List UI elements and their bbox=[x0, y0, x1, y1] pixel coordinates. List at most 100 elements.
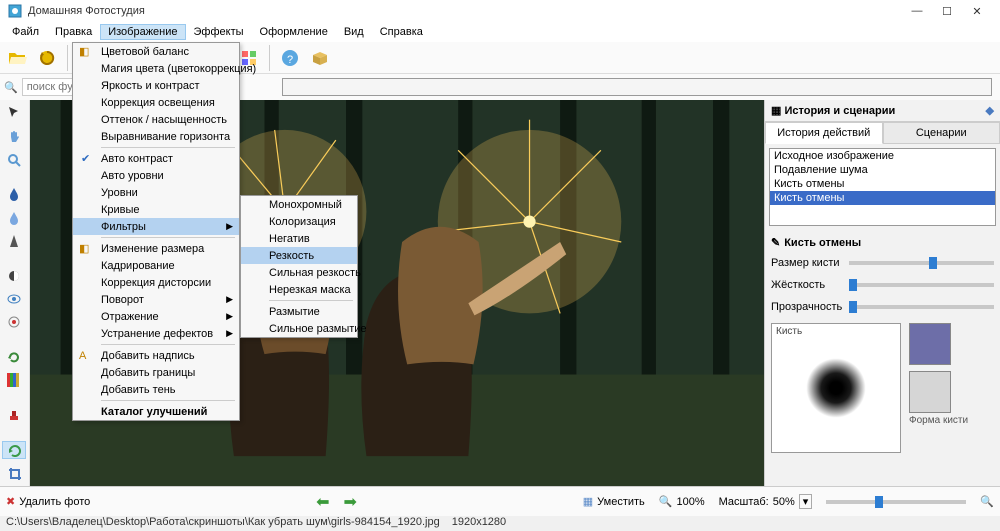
search-icon: 🔍 bbox=[4, 81, 18, 94]
shape-swatch[interactable] bbox=[909, 371, 951, 413]
filters-submenu[interactable]: МонохромныйКолоризацияНегативРезкостьСил… bbox=[240, 195, 358, 338]
menu-image[interactable]: Изображение bbox=[100, 24, 185, 40]
pointer-tool[interactable] bbox=[2, 104, 26, 121]
shape-label: Форма кисти bbox=[909, 415, 968, 426]
menu-item[interactable]: Яркость и контраст bbox=[73, 77, 239, 94]
menu-item[interactable]: Кривые bbox=[73, 201, 239, 218]
menu-item[interactable]: Коррекция дисторсии bbox=[73, 274, 239, 291]
history-item[interactable]: Кисть отмены bbox=[770, 177, 995, 191]
titlebar: Домашняя Фотостудия — ☐ ✕ bbox=[0, 0, 1000, 22]
menu-item[interactable]: Сильное размытие bbox=[241, 320, 357, 337]
window-title: Домашняя Фотостудия bbox=[28, 5, 902, 17]
menu-item[interactable]: Фильтры▶ bbox=[73, 218, 239, 235]
status-bar: ✖ Удалить фото ⬅ ➡ ▦ Уместить 🔍 100% Мас… bbox=[0, 486, 1000, 516]
minimize-button[interactable]: — bbox=[902, 5, 932, 17]
slider-hardness[interactable]: Жёсткость bbox=[771, 279, 994, 291]
thumbnail-strip[interactable] bbox=[282, 78, 992, 96]
close-button[interactable]: ✕ bbox=[962, 5, 992, 18]
menu-item[interactable]: ◧Цветовой баланс bbox=[73, 43, 239, 60]
menu-view[interactable]: Вид bbox=[336, 24, 372, 40]
menu-item[interactable]: Авто уровни bbox=[73, 167, 239, 184]
zoom-slider[interactable] bbox=[826, 500, 966, 504]
menu-item[interactable]: Добавить тень bbox=[73, 381, 239, 398]
tool-sidebar bbox=[0, 100, 30, 486]
delete-photo-button[interactable]: ✖ Удалить фото bbox=[6, 495, 90, 508]
slider-opacity[interactable]: Прозрачность bbox=[771, 301, 994, 313]
menubar: Файл Правка Изображение Эффекты Оформлен… bbox=[0, 22, 1000, 42]
hand-tool[interactable] bbox=[2, 127, 26, 144]
history-list[interactable]: Исходное изображение Подавление шума Кис… bbox=[769, 148, 996, 226]
path-bar: C:\Users\Владелец\Desktop\Работа\скриншо… bbox=[0, 516, 1000, 531]
color-tool[interactable] bbox=[2, 372, 26, 389]
history-item[interactable]: Кисть отмены bbox=[770, 191, 995, 205]
brush-section-title: Кисть отмены bbox=[784, 237, 861, 249]
panel-menu-icon[interactable]: ◆ bbox=[986, 104, 994, 117]
menu-help[interactable]: Справка bbox=[372, 24, 431, 40]
help-button[interactable]: ? bbox=[277, 45, 303, 71]
menu-item[interactable]: Добавить границы bbox=[73, 364, 239, 381]
box-button[interactable] bbox=[307, 45, 333, 71]
dropdown-icon[interactable]: ▾ bbox=[799, 494, 813, 509]
sharpen-tool[interactable] bbox=[2, 232, 26, 249]
brush-section-icon: ✎ bbox=[771, 236, 780, 249]
menu-item[interactable]: Магия цвета (цветокоррекция) bbox=[73, 60, 239, 77]
eye-tool[interactable] bbox=[2, 290, 26, 307]
menu-item[interactable]: Негатив bbox=[241, 230, 357, 247]
menu-file[interactable]: Файл bbox=[4, 24, 47, 40]
menu-item[interactable]: Выравнивание горизонта bbox=[73, 128, 239, 145]
history-panel-icon: ▦ bbox=[771, 104, 781, 117]
open-button[interactable] bbox=[4, 45, 30, 71]
zoom-in-button[interactable]: 🔍 bbox=[980, 495, 994, 508]
revert-button[interactable] bbox=[34, 45, 60, 71]
menu-item[interactable]: Сильная резкость bbox=[241, 264, 357, 281]
blur2-tool[interactable] bbox=[2, 209, 26, 226]
menu-item[interactable]: Резкость bbox=[241, 247, 357, 264]
fit-button[interactable]: ▦ Уместить bbox=[583, 495, 645, 508]
fit-icon: ▦ bbox=[583, 495, 593, 508]
tab-history[interactable]: История действий bbox=[765, 122, 883, 144]
svg-text:?: ? bbox=[287, 54, 293, 66]
menu-item[interactable]: Нерезкая маска bbox=[241, 281, 357, 298]
blur-tool[interactable] bbox=[2, 185, 26, 202]
undo-brush-tool[interactable] bbox=[2, 441, 26, 459]
menu-edit[interactable]: Правка bbox=[47, 24, 100, 40]
zoom-tool[interactable] bbox=[2, 151, 26, 168]
menu-item[interactable]: Поворот▶ bbox=[73, 291, 239, 308]
menu-item[interactable]: Каталог улучшений bbox=[73, 403, 239, 420]
menu-item[interactable]: Оттенок / насыщенность bbox=[73, 111, 239, 128]
image-dimensions: 1920x1280 bbox=[452, 516, 506, 531]
menu-item[interactable]: Колоризация bbox=[241, 213, 357, 230]
menu-item[interactable]: Размытие bbox=[241, 303, 357, 320]
menu-item[interactable]: Монохромный bbox=[241, 196, 357, 213]
history-panel-title: История и сценарии bbox=[784, 105, 895, 117]
menu-item[interactable]: AДобавить надпись bbox=[73, 347, 239, 364]
adjust-tool[interactable] bbox=[2, 267, 26, 284]
menu-item[interactable]: Кадрирование bbox=[73, 257, 239, 274]
zoom-scale[interactable]: Масштаб: 50% ▾ bbox=[719, 494, 813, 509]
prev-button[interactable]: ⬅ bbox=[316, 492, 329, 512]
menu-item[interactable]: Устранение дефектов▶ bbox=[73, 325, 239, 342]
crop-tool[interactable] bbox=[2, 465, 26, 482]
rotate-tool[interactable] bbox=[2, 348, 26, 365]
image-menu-dropdown[interactable]: ◧Цветовой балансМагия цвета (цветокоррек… bbox=[72, 42, 240, 421]
next-button[interactable]: ➡ bbox=[343, 492, 356, 512]
menu-item[interactable]: Уровни bbox=[73, 184, 239, 201]
history-item[interactable]: Подавление шума bbox=[770, 163, 995, 177]
history-item[interactable]: Исходное изображение bbox=[770, 149, 995, 163]
zoom-100-button[interactable]: 🔍 100% bbox=[659, 495, 705, 508]
menu-item[interactable]: Коррекция освещения bbox=[73, 94, 239, 111]
menu-item[interactable]: ✔Авто контраст bbox=[73, 150, 239, 167]
brush-preview: Кисть bbox=[771, 323, 901, 453]
right-panel: ▦ История и сценарии ◆ История действий … bbox=[764, 100, 1000, 486]
record-tool[interactable] bbox=[2, 314, 26, 331]
menu-design[interactable]: Оформление bbox=[252, 24, 336, 40]
tab-scenarios[interactable]: Сценарии bbox=[883, 122, 1000, 144]
color-swatch[interactable] bbox=[909, 323, 951, 365]
stamp-tool[interactable] bbox=[2, 406, 26, 423]
menu-item[interactable]: ◧Изменение размера bbox=[73, 240, 239, 257]
menu-item[interactable]: Отражение▶ bbox=[73, 308, 239, 325]
delete-icon: ✖ bbox=[6, 495, 15, 508]
maximize-button[interactable]: ☐ bbox=[932, 5, 962, 18]
slider-size[interactable]: Размер кисти bbox=[771, 257, 994, 269]
menu-effects[interactable]: Эффекты bbox=[186, 24, 252, 40]
